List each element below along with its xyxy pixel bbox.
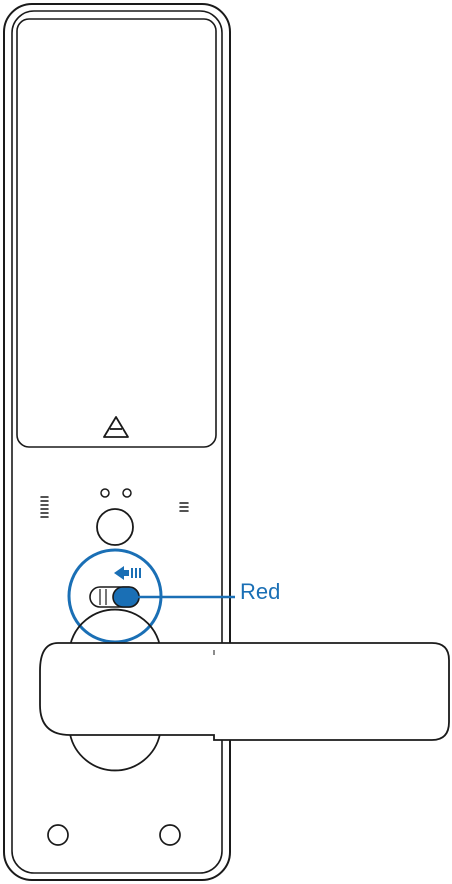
indicator-light-right: [122, 488, 132, 498]
lever-handle: [39, 642, 450, 741]
lock-body-inner: [11, 10, 223, 874]
lock-body-outer: [3, 3, 231, 881]
speaker-slot-right: [179, 502, 189, 512]
screw-hole-left: [47, 824, 69, 846]
smart-lock-diagram: [3, 3, 450, 881]
screw-hole-right: [159, 824, 181, 846]
keypad-panel: [16, 18, 217, 448]
indicator-light-left: [100, 488, 110, 498]
speaker-grille-left: [40, 496, 49, 518]
fingerprint-sensor: [96, 508, 134, 546]
callout-label-red: Red: [240, 579, 281, 604]
brand-logo-icon: [103, 416, 129, 438]
